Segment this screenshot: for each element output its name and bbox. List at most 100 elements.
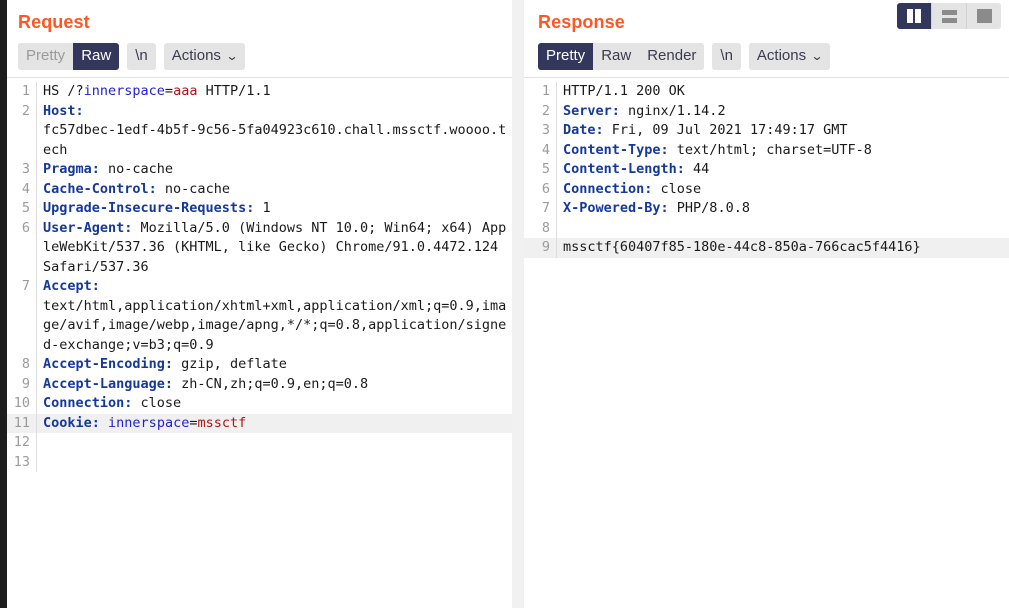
left-edge-strip — [0, 0, 7, 608]
code-line: 5 Content-Length: 44 — [524, 160, 1009, 180]
response-tab-raw[interactable]: Raw — [593, 43, 640, 70]
code-line: 7 Accept: — [0, 277, 512, 297]
response-newline-toggle[interactable]: \n — [712, 43, 741, 70]
code-token: X-Powered-By: — [563, 200, 669, 216]
code-token: HTTP/1.1 200 OK — [563, 83, 685, 99]
code-line: 6 Connection: close — [524, 179, 1009, 200]
code-line: 9 Accept-Language: zh-CN,zh;q=0.9,en;q=0.… — [0, 374, 512, 395]
code-token: 44 — [684, 161, 710, 177]
code-line-text: HS /?innerspace=aaa HTTP/1.1 — [37, 82, 512, 102]
request-newline-toggle-group[interactable]: \n — [127, 43, 156, 70]
code-token: fc57dbec-1edf-4b5f-9c56-5fa04923c610.cha… — [43, 122, 507, 158]
response-actions-group[interactable]: Actions ⌄ — [748, 43, 831, 70]
response-newline-toggle-group[interactable]: \n — [712, 43, 741, 70]
line-number: 7 — [541, 200, 550, 216]
line-number: 8 — [541, 219, 550, 236]
line-number: 6 — [541, 180, 550, 197]
view-mode-button-group[interactable] — [897, 3, 1001, 29]
code-line-text: mssctf{60407f85-180e-44c8-850a-766cac5f4… — [557, 238, 1009, 258]
code-token: 1 — [254, 200, 271, 216]
split-horizontal-icon — [941, 9, 957, 23]
code-token: Content-Length: — [563, 161, 685, 177]
request-lines: 1 HS /?innerspace=aaa HTTP/1.1 2 Host: fc57d… — [0, 78, 512, 472]
code-line-text: Accept-Encoding: gzip, deflate — [37, 355, 512, 375]
code-token: innerspace — [83, 83, 165, 99]
line-number: 9 — [541, 239, 550, 255]
code-token: zh-CN,zh;q=0.9,en;q=0.8 — [173, 375, 369, 392]
view-mode-single-pane-button[interactable] — [967, 3, 1001, 29]
response-actions-button[interactable]: Actions ⌄ — [748, 43, 831, 70]
code-line-text — [37, 453, 512, 473]
code-line-text — [37, 433, 512, 453]
response-code-area[interactable]: 1 HTTP/1.1 200 OK 2 Server: nginx/1.14.2 3 Da… — [524, 77, 1009, 608]
request-tab-pretty[interactable]: Pretty — [18, 43, 74, 70]
request-title: Request — [18, 12, 90, 32]
code-line: 4 Content-Type: text/html; charset=UTF-8 — [524, 140, 1009, 161]
request-response-layout: Request Pretty Raw \n Actions ⌄ 1 HS /?in — [0, 0, 1009, 608]
view-mode-stacked-button[interactable] — [932, 3, 967, 29]
code-token: PHP/8.0.8 — [668, 200, 750, 216]
code-line: 5 Upgrade-Insecure-Requests: 1 — [0, 199, 512, 219]
response-tab-pretty[interactable]: Pretty — [538, 43, 594, 70]
code-token: close — [132, 395, 182, 411]
code-token: Content-Type: — [563, 141, 669, 158]
code-token: Accept: — [43, 278, 100, 294]
code-token: text/html; charset=UTF-8 — [668, 141, 872, 158]
code-line: 7 X-Powered-By: PHP/8.0.8 — [524, 199, 1009, 219]
line-number: 5 — [541, 161, 550, 177]
code-line-text: Connection: close — [37, 394, 512, 414]
code-line: 6 User-Agent: Mozilla/5.0 (Windows NT 10.… — [0, 218, 512, 277]
panel-divider[interactable] — [512, 0, 524, 608]
code-line: 13 — [0, 452, 512, 473]
code-line: 11 Cookie: innerspace=mssctf — [0, 413, 512, 434]
code-line: 1 HTTP/1.1 200 OK — [524, 82, 1009, 102]
request-toolbar: Pretty Raw \n Actions ⌄ — [18, 43, 512, 70]
code-token: Pragma: — [43, 161, 100, 177]
request-newline-toggle[interactable]: \n — [127, 43, 156, 70]
single-pane-icon — [976, 9, 992, 23]
request-panel-header: Request Pretty Raw \n Actions ⌄ — [0, 0, 512, 77]
code-token: Accept-Encoding: — [43, 356, 174, 372]
request-actions-button[interactable]: Actions ⌄ — [163, 43, 245, 70]
line-number: 3 — [541, 122, 550, 138]
line-number: 1 — [541, 83, 550, 99]
code-line: 1 HS /?innerspace=aaa HTTP/1.1 — [0, 82, 512, 102]
code-line-text: Server: nginx/1.14.2 — [557, 102, 1009, 122]
response-view-tab-group[interactable]: Pretty Raw Render — [538, 43, 705, 70]
code-token: HS /? — [43, 83, 84, 99]
code-token: aaa — [173, 83, 198, 99]
code-line: 2 Host: — [0, 101, 512, 122]
code-token: no-cache — [99, 161, 174, 177]
code-line-text: Content-Length: 44 — [557, 160, 1009, 180]
code-line-text: Content-Type: text/html; charset=UTF-8 — [557, 141, 1009, 161]
request-code-area[interactable]: 1 HS /?innerspace=aaa HTTP/1.1 2 Host: fc57d… — [0, 77, 512, 608]
response-tab-render[interactable]: Render — [639, 43, 705, 70]
code-token: Fri, 09 Jul 2021 17:49:17 GMT — [603, 122, 848, 138]
code-line-text — [557, 219, 1009, 239]
code-token: User-Agent: — [43, 219, 133, 236]
line-number: 2 — [541, 102, 550, 119]
code-token: mssctf — [197, 414, 247, 431]
code-line-text: Connection: close — [557, 180, 1009, 200]
request-tab-raw[interactable]: Raw — [73, 43, 120, 70]
chevron-down-icon: ⌄ — [225, 49, 239, 63]
code-line-text: Accept-Language: zh-CN,zh;q=0.9,en;q=0.8 — [37, 375, 512, 395]
view-mode-side-by-side-button[interactable] — [897, 3, 932, 29]
code-line-text: Host: — [37, 102, 512, 122]
code-token: close — [652, 180, 702, 197]
response-panel: Response Pretty Raw Render \n Actions ⌄ — [524, 0, 1009, 608]
code-line-text: Cookie: innerspace=mssctf — [37, 414, 512, 434]
code-token: Cache-Control: — [43, 180, 157, 197]
request-actions-group[interactable]: Actions ⌄ — [163, 43, 245, 70]
code-token: HTTP/1.1 — [197, 83, 271, 99]
code-line: 9 mssctf{60407f85-180e-44c8-850a-766cac5f… — [524, 238, 1009, 258]
code-line-text: Upgrade-Insecure-Requests: 1 — [37, 199, 512, 219]
code-line: fc57dbec-1edf-4b5f-9c56-5fa04923c610.cha… — [0, 121, 512, 160]
code-line: 4 Cache-Control: no-cache — [0, 179, 512, 199]
code-line-text: fc57dbec-1edf-4b5f-9c56-5fa04923c610.cha… — [37, 121, 512, 160]
code-line-text: X-Powered-By: PHP/8.0.8 — [557, 199, 1009, 219]
chevron-down-icon: ⌄ — [810, 49, 824, 63]
request-view-tab-group[interactable]: Pretty Raw — [18, 43, 120, 70]
code-token: Accept-Language: — [43, 375, 174, 392]
